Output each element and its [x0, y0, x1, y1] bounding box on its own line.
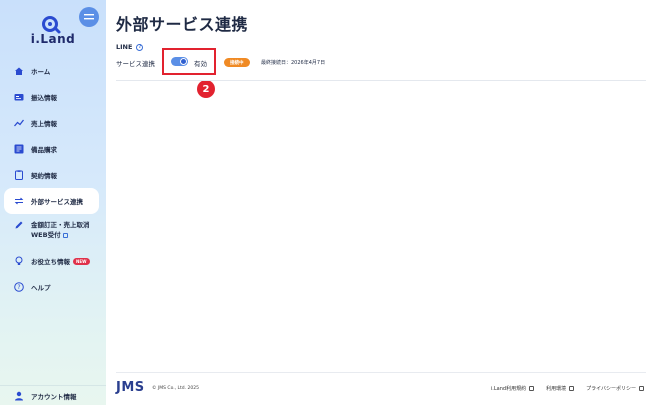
sidebar: i.Land ホーム 振込情報 売上情報 備品購求 契約情報 外部サービス連携 … [0, 0, 106, 405]
footer-link-label: プライバシーポリシー [586, 386, 636, 392]
supplies-icon [14, 144, 24, 154]
new-badge: NEW [73, 257, 90, 265]
sidebar-item-tips[interactable]: お役立ち情報 NEW [0, 248, 106, 274]
help-circle-icon: ? [14, 282, 24, 292]
footer-links: i.Land利用規約 利用環境 プライバシーポリシー [491, 385, 644, 392]
page-title: 外部サービス連携 [116, 15, 249, 34]
sidebar-item-home[interactable]: ホーム [0, 58, 106, 84]
main-content: 外部サービス連携 LINE ? サービス連携 有効 2 接続中 最終接続日：20… [106, 0, 658, 405]
sidebar-item-label: ホーム [31, 68, 51, 76]
footer-divider [116, 372, 646, 373]
pencil-icon [14, 220, 24, 230]
bank-transfer-icon [14, 92, 24, 102]
footer-link-environment[interactable]: 利用環境 [546, 385, 575, 392]
logo-text: i.Land [30, 32, 76, 46]
last-connected-date: 最終接続日：2026年4月7日 [261, 60, 326, 66]
clipboard-icon [14, 170, 24, 180]
service-link-toggle[interactable] [171, 57, 188, 66]
footer-link-label: 利用環境 [546, 386, 567, 392]
sidebar-item-transfer[interactable]: 振込情報 [0, 84, 106, 110]
account-button[interactable]: アカウント情報 [0, 385, 106, 405]
sidebar-item-label: ヘルプ [31, 284, 51, 292]
status-badge: 接続中 [224, 58, 250, 67]
sidebar-item-label: 金額訂正・売上取消 WEB受付 [31, 220, 90, 240]
bulb-icon [14, 256, 24, 266]
sidebar-item-sales[interactable]: 売上情報 [0, 110, 106, 136]
section-label-line: LINE ? [116, 43, 144, 51]
home-icon [14, 66, 24, 76]
chart-line-icon [14, 118, 24, 128]
sidebar-item-label-line2: WEB受付 [31, 231, 61, 239]
service-link-label: サービス連携 [116, 60, 155, 68]
external-link-icon [529, 386, 535, 391]
swap-icon [14, 196, 24, 206]
step-number-badge: 2 [197, 80, 215, 98]
svg-text:?: ? [17, 284, 20, 291]
toggle-state-text: 有効 [194, 60, 207, 68]
sidebar-item-label: 契約情報 [31, 172, 57, 180]
hamburger-icon [84, 14, 94, 20]
external-link-icon [639, 386, 644, 391]
toggle-knob [180, 58, 187, 65]
footer-link-label: i.Land利用規約 [490, 386, 527, 392]
sidebar-item-label-line1: 金額訂正・売上取消 [31, 221, 90, 229]
sidebar-item-correction[interactable]: 金額訂正・売上取消 WEB受付 [0, 214, 106, 248]
footer-link-privacy[interactable]: プライバシーポリシー [586, 385, 644, 392]
sidebar-item-label: 振込情報 [31, 94, 57, 102]
sidebar-item-label: 外部サービス連携 [31, 198, 83, 206]
external-link-icon [569, 386, 575, 391]
sidebar-item-external-services[interactable]: 外部サービス連携 [4, 188, 99, 214]
sidebar-nav: ホーム 振込情報 売上情報 備品購求 契約情報 外部サービス連携 金額訂正・売上… [0, 58, 106, 300]
sidebar-item-supplies[interactable]: 備品購求 [0, 136, 106, 162]
user-icon [14, 386, 24, 405]
divider [116, 80, 646, 81]
footer-link-terms[interactable]: i.Land利用規約 [490, 385, 535, 392]
jms-logo: JMS [116, 380, 145, 395]
external-link-icon [62, 232, 68, 238]
sidebar-item-contract[interactable]: 契約情報 [0, 162, 106, 188]
section-label: LINE [116, 43, 133, 51]
sidebar-item-help[interactable]: ? ヘルプ [0, 274, 106, 300]
account-label: アカウント情報 [31, 392, 77, 401]
sidebar-item-label: お役立ち情報 [31, 258, 70, 266]
help-icon[interactable]: ? [136, 43, 144, 51]
menu-toggle-button[interactable] [79, 7, 99, 27]
sidebar-item-label: 売上情報 [31, 120, 57, 128]
sidebar-item-label: 備品購求 [31, 146, 57, 154]
copyright: © JMS Co., Ltd. 2025 [152, 386, 199, 391]
